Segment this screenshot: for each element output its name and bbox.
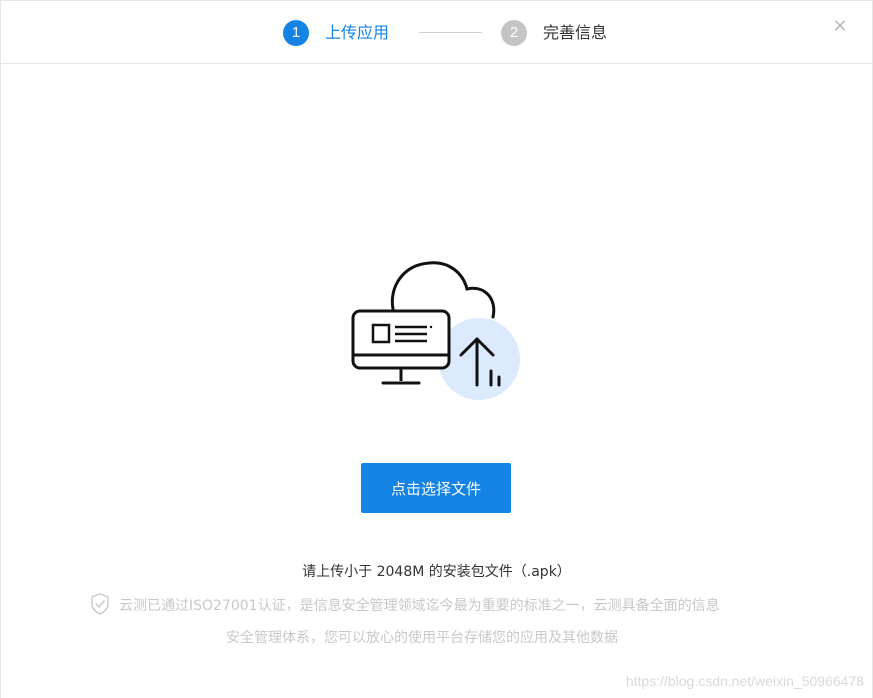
step-2-label: 完善信息: [543, 23, 608, 42]
step-2-number: 2: [501, 20, 527, 46]
upload-dialog: 1 上传应用 2 完善信息 × 点击选择文件 请上传小于 2048M 的安装包文…: [0, 0, 873, 698]
step-1-number: 1: [283, 20, 309, 46]
shield-check-icon: [91, 593, 109, 615]
cloud-upload-illustration: [347, 257, 527, 407]
step-complete-info: 2 完善信息: [501, 20, 607, 46]
monitor-screen: [351, 309, 451, 370]
security-text-line2: 安全管理体系，您可以放心的使用平台存储您的应用及其他数据: [226, 630, 618, 646]
stepper-header: 1 上传应用 2 完善信息 ×: [1, 1, 872, 64]
upload-hint: 请上传小于 2048M 的安装包文件（.apk）: [302, 564, 571, 580]
watermark: https://blog.csdn.net/weixin_50966478: [625, 673, 864, 689]
step-connector: [419, 32, 482, 33]
security-text-line1: 云测已通过ISO27001认证，是信息安全管理领域迄今最为重要的标准之一，云测具…: [119, 598, 720, 614]
step-1-label: 上传应用: [325, 23, 390, 42]
cloud-outline: [390, 261, 496, 319]
select-file-button[interactable]: 点击选择文件: [361, 463, 511, 513]
close-icon[interactable]: ×: [831, 17, 849, 35]
step-upload-app: 1 上传应用: [283, 20, 389, 46]
